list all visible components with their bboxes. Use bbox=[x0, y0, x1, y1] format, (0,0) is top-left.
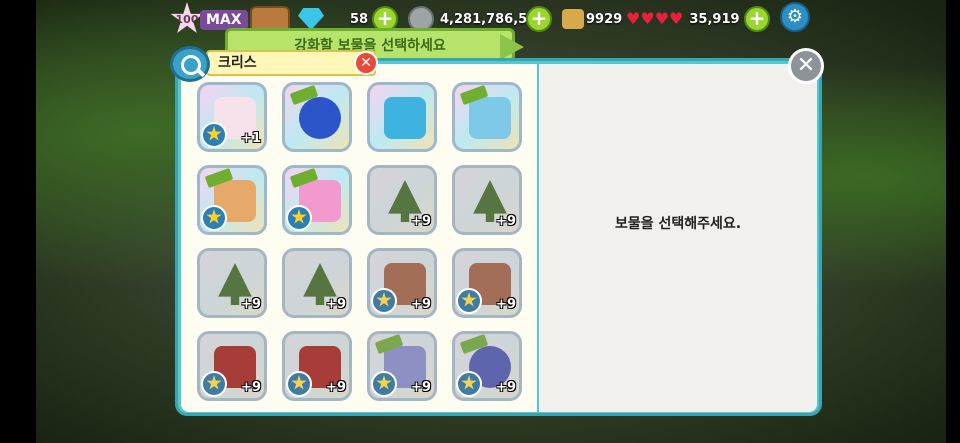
tile-count: +1 bbox=[241, 131, 261, 146]
treasure-tile[interactable]: +9 bbox=[452, 248, 522, 318]
tile-count: +9 bbox=[411, 380, 431, 395]
coin-plus-container: + bbox=[526, 6, 552, 32]
add-energy-button[interactable]: + bbox=[744, 6, 770, 32]
treasure-tile[interactable]: +9 bbox=[452, 331, 522, 401]
right-letterbox bbox=[946, 0, 960, 443]
treasure-tile[interactable]: +9 bbox=[367, 331, 437, 401]
tile-count: +9 bbox=[241, 380, 261, 395]
empty-selection-message: 보물을 선택해주세요. bbox=[614, 216, 742, 232]
treasure-tile[interactable]: +9 bbox=[197, 331, 267, 401]
star-icon bbox=[456, 371, 482, 397]
level-star-icon: 100 bbox=[170, 2, 204, 33]
left-letterbox bbox=[0, 0, 36, 443]
blue-spoon-icon bbox=[384, 97, 426, 139]
settings-container: ⚙ bbox=[780, 2, 810, 32]
treasure-tile[interactable] bbox=[367, 82, 437, 152]
tile-count: +9 bbox=[496, 380, 516, 395]
treasure-tile[interactable]: +1 bbox=[197, 82, 267, 152]
treasure-detail-pane: 보물을 선택해주세요. bbox=[539, 64, 817, 412]
key-count: 9929 bbox=[586, 11, 623, 27]
add-coins-button[interactable]: + bbox=[526, 6, 552, 32]
treasure-tile[interactable]: +9 bbox=[282, 331, 352, 401]
max-badge: MAX bbox=[200, 10, 248, 30]
treasure-tile[interactable] bbox=[452, 82, 522, 152]
treasure-tile[interactable]: +9 bbox=[197, 248, 267, 318]
tile-count: +9 bbox=[241, 297, 261, 312]
treasure-tile[interactable]: +9 bbox=[282, 248, 352, 318]
star-icon bbox=[371, 371, 397, 397]
star-icon bbox=[201, 205, 227, 231]
clear-search-button[interactable]: ✕ bbox=[354, 51, 378, 75]
tile-count: +9 bbox=[496, 297, 516, 312]
energy-plus-container: + bbox=[744, 6, 770, 32]
star-icon bbox=[286, 371, 312, 397]
search-icon[interactable] bbox=[170, 46, 210, 82]
treasure-tile[interactable] bbox=[197, 165, 267, 235]
winged-sword-icon bbox=[469, 97, 511, 139]
search-bar: 크리스 ✕ bbox=[170, 46, 380, 82]
hearts-icon: ♥ ♥ ♥ ♥ bbox=[626, 9, 684, 28]
treasure-tile[interactable] bbox=[282, 165, 352, 235]
star-icon bbox=[286, 205, 312, 231]
gem-count: 58 bbox=[350, 11, 369, 27]
treasure-tile[interactable] bbox=[282, 82, 352, 152]
key-counter: 9929 bbox=[562, 6, 622, 32]
gem-icon bbox=[298, 8, 324, 30]
tile-count: +9 bbox=[326, 380, 346, 395]
search-input[interactable]: 크리스 bbox=[206, 50, 376, 76]
treasure-grid[interactable]: +1 +9 +9 +9 +9 +9 +9 +9 +9 +9 +9 bbox=[181, 64, 537, 412]
star-icon bbox=[371, 288, 397, 314]
tile-count: +9 bbox=[496, 214, 516, 229]
treasure-tile[interactable]: +9 bbox=[367, 248, 437, 318]
energy-count: 35,919 bbox=[689, 11, 740, 27]
tile-count: +9 bbox=[411, 297, 431, 312]
star-icon bbox=[201, 122, 227, 148]
star-icon bbox=[201, 371, 227, 397]
blue-jewel-icon bbox=[299, 97, 341, 139]
treasure-tile[interactable]: +9 bbox=[452, 165, 522, 235]
close-button[interactable]: ✕ bbox=[788, 48, 824, 84]
gear-icon[interactable]: ⚙ bbox=[780, 2, 810, 32]
energy-counter: ♥ ♥ ♥ ♥ 35,919 bbox=[626, 6, 740, 32]
tile-count: +9 bbox=[326, 297, 346, 312]
treasure-tile[interactable]: +9 bbox=[367, 165, 437, 235]
tile-count: +9 bbox=[411, 214, 431, 229]
key-icon bbox=[562, 9, 584, 29]
level-value: 100 bbox=[175, 12, 199, 26]
star-icon bbox=[456, 288, 482, 314]
